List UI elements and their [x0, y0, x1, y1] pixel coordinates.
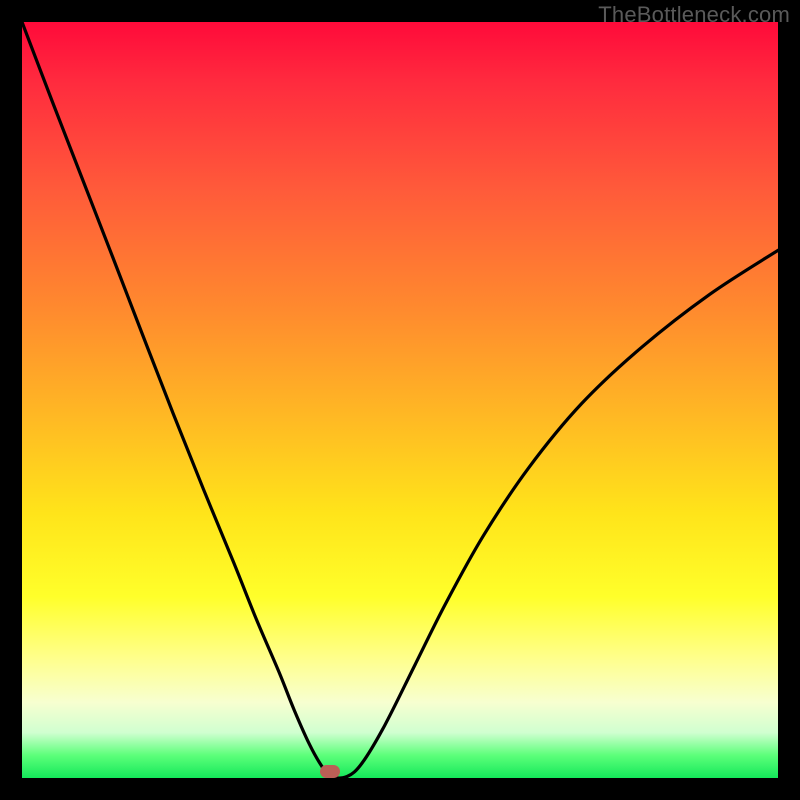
chart-frame: TheBottleneck.com: [0, 0, 800, 800]
watermark-text: TheBottleneck.com: [598, 2, 790, 28]
bottleneck-curve: [22, 22, 778, 778]
optimal-point-marker: [320, 765, 340, 778]
chart-plot-area: [22, 22, 778, 778]
